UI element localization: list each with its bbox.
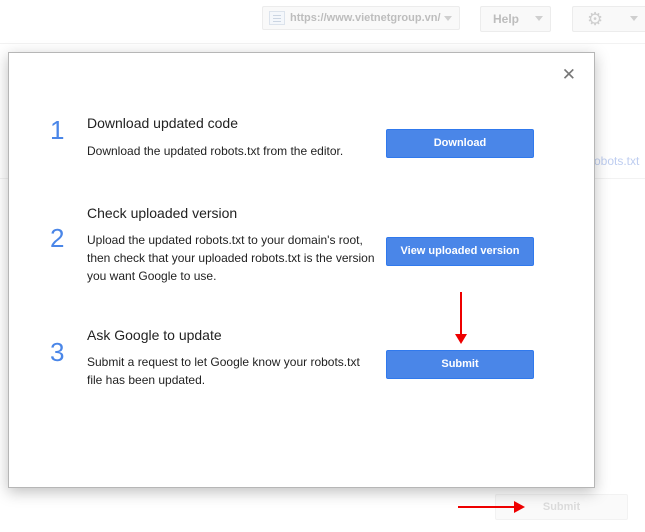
step-description: Upload the updated robots.txt to your do… bbox=[87, 233, 375, 283]
step-description: Download the updated robots.txt from the… bbox=[87, 144, 344, 158]
annotation-arrow-down-icon bbox=[455, 292, 467, 344]
submit-button[interactable]: Submit bbox=[386, 350, 534, 379]
close-icon[interactable]: ✕ bbox=[562, 65, 576, 85]
annotation-arrow-right-icon bbox=[458, 501, 525, 513]
step-title: Ask Google to update bbox=[87, 327, 222, 343]
step-number: 1 bbox=[50, 115, 65, 145]
step-title: Download updated code bbox=[87, 115, 239, 131]
view-uploaded-version-button[interactable]: View uploaded version bbox=[386, 237, 534, 266]
step-description: Submit a request to let Google know your… bbox=[87, 355, 360, 387]
submit-robots-dialog: ✕ 1 Download updated code Download the u… bbox=[8, 52, 595, 488]
step-number: 3 bbox=[50, 337, 65, 367]
step-number: 2 bbox=[50, 223, 65, 253]
download-button[interactable]: Download bbox=[386, 129, 534, 158]
step-title: Check uploaded version bbox=[87, 205, 238, 221]
